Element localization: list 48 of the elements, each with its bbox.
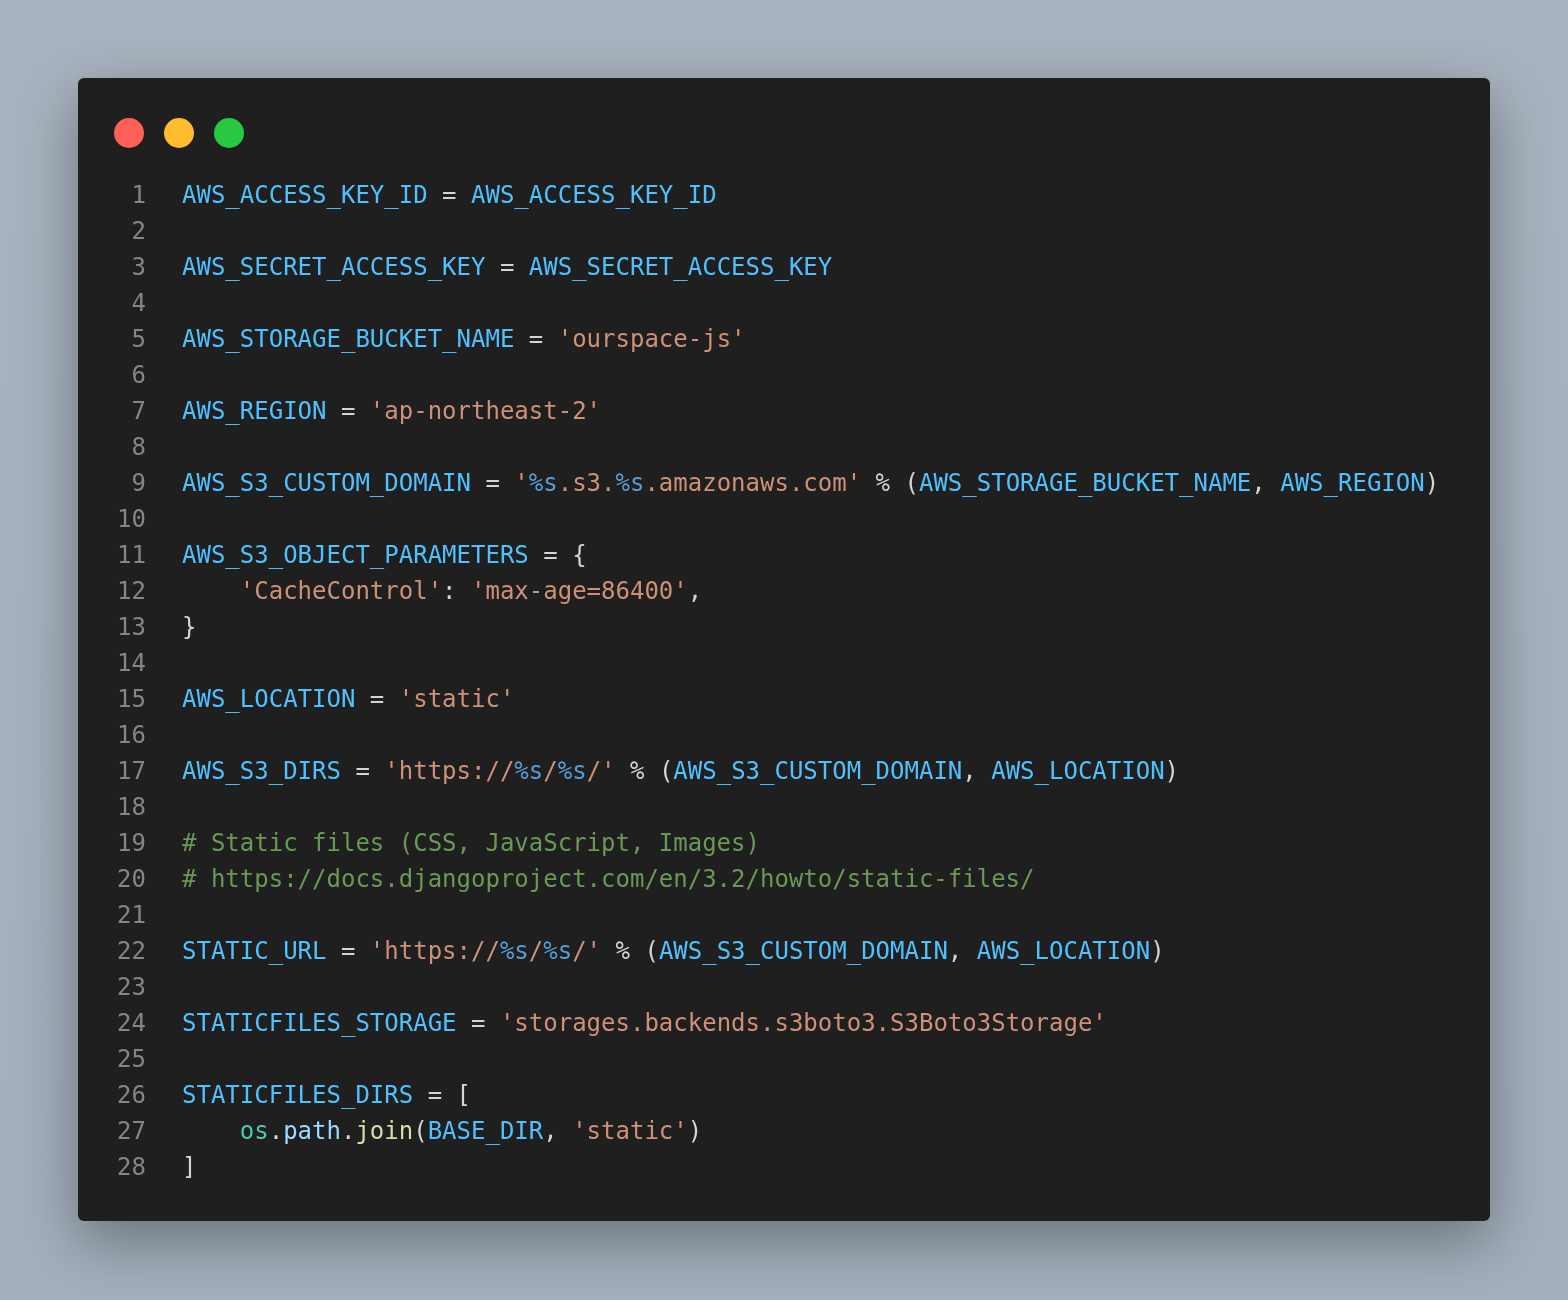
- code-line: STATICFILES_DIRS = [: [182, 1080, 471, 1111]
- line-number: 24: [116, 1008, 146, 1039]
- line-number: 25: [116, 1044, 146, 1075]
- line-number: 16: [116, 720, 146, 751]
- code-line: AWS_STORAGE_BUCKET_NAME = 'ourspace-js': [182, 324, 746, 355]
- code-line: STATIC_URL = 'https://%s/%s/' % (AWS_S3_CUSTOM_DOMAIN, AWS_LOCATION): [182, 936, 1165, 967]
- code-line: # https://docs.djangoproject.com/en/3.2/howto/static-files/: [182, 864, 1035, 895]
- line-number: 20: [116, 864, 146, 895]
- code-line: ]: [182, 1152, 197, 1183]
- line-number: 4: [130, 288, 146, 319]
- code-line: AWS_ACCESS_KEY_ID = AWS_ACCESS_KEY_ID: [182, 180, 717, 211]
- line-number: 17: [116, 756, 146, 787]
- code-line: os.path.join(BASE_DIR, 'static'): [239, 1116, 703, 1147]
- line-number: 22: [116, 936, 146, 967]
- line-number: 14: [116, 648, 146, 679]
- code-line: AWS_S3_CUSTOM_DOMAIN = '%s.s3.%s.amazonaws.com' % (AWS_STORAGE_BUCKET_NAME, AWS_REGION): [182, 468, 1440, 499]
- line-number: 15: [116, 684, 146, 715]
- line-number: 19: [116, 828, 146, 859]
- line-number: 23: [116, 972, 146, 1003]
- window-control-dot[interactable]: [114, 118, 144, 148]
- code-line: AWS_REGION = 'ap-northeast-2': [182, 396, 602, 427]
- line-number: 1: [130, 180, 146, 211]
- line-number: 12: [116, 576, 146, 607]
- line-number: 7: [130, 396, 146, 427]
- line-number: 28: [116, 1152, 146, 1183]
- window-control-dot[interactable]: [164, 118, 194, 148]
- line-number: 9: [130, 468, 146, 499]
- window-control-dot[interactable]: [214, 118, 244, 148]
- line-number: 27: [116, 1116, 146, 1147]
- line-number: 10: [116, 504, 146, 535]
- line-number: 2: [130, 216, 146, 247]
- line-number: 6: [130, 360, 146, 391]
- line-number: 11: [116, 540, 146, 571]
- line-number: 5: [130, 324, 146, 355]
- line-number: 26: [116, 1080, 146, 1111]
- code-line: AWS_S3_DIRS = 'https://%s/%s/' % (AWS_S3_CUSTOM_DOMAIN, AWS_LOCATION): [182, 756, 1180, 787]
- line-number: 13: [116, 612, 146, 643]
- code-line: STATICFILES_STORAGE = 'storages.backends.s3boto3.S3Boto3Storage': [182, 1008, 1107, 1039]
- line-number: 8: [130, 432, 146, 463]
- code-line: AWS_SECRET_ACCESS_KEY = AWS_SECRET_ACCESS_KEY: [182, 252, 833, 283]
- line-number: 21: [116, 900, 146, 931]
- code-line: AWS_LOCATION = 'static': [182, 684, 515, 715]
- line-number: 18: [116, 792, 146, 823]
- code-line: # Static files (CSS, JavaScript, Images): [182, 828, 760, 859]
- line-number: 3: [130, 252, 146, 283]
- code-line: }: [182, 612, 197, 643]
- code-line: AWS_S3_OBJECT_PARAMETERS = {: [182, 540, 587, 571]
- code-line: 'CacheControl': 'max-age=86400',: [239, 576, 703, 607]
